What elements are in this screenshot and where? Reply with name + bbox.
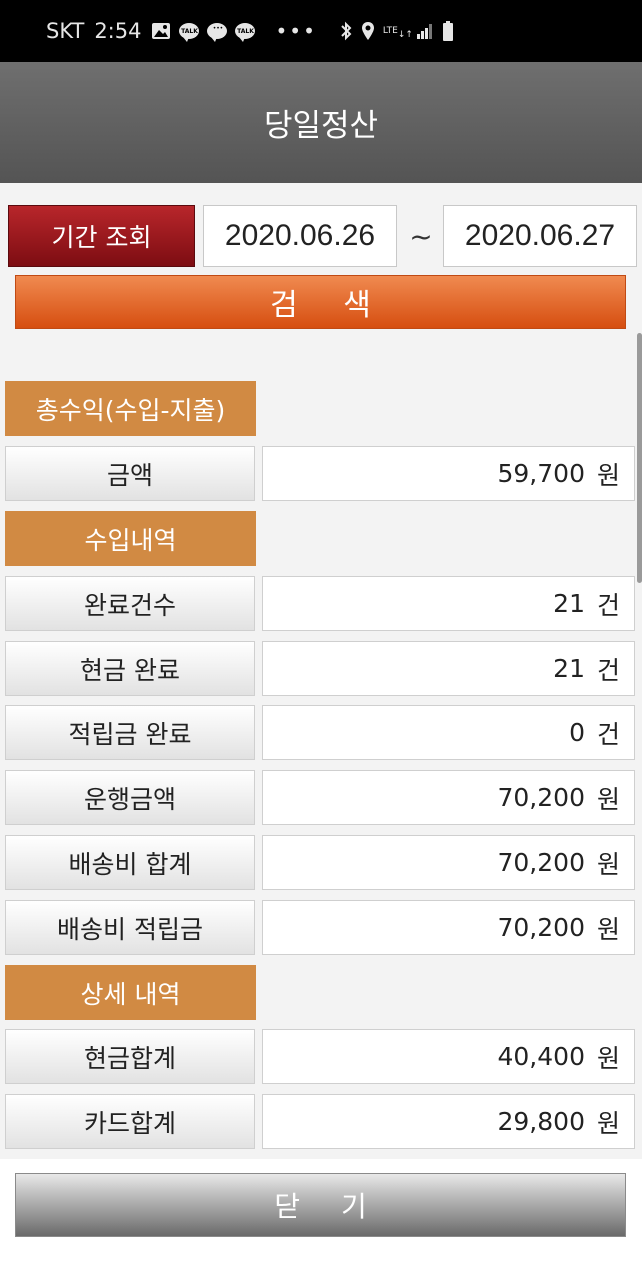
value-text: 70,200 bbox=[497, 913, 585, 942]
bottom-bar: 닫 기 bbox=[0, 1159, 642, 1280]
value-text: 21 bbox=[553, 589, 585, 618]
section-detail: 상세 내역 bbox=[5, 965, 256, 1020]
row-value-delivery-total: 70,200 원 bbox=[262, 835, 635, 890]
row-value-amount: 59,700 원 bbox=[262, 446, 635, 501]
row-value-points-completed: 0건 bbox=[262, 705, 635, 760]
row-value-card-total: 29,800 원 bbox=[262, 1094, 635, 1149]
row-label-amount: 금액 bbox=[5, 446, 255, 501]
unit-text: 건 bbox=[596, 590, 620, 620]
row-label-card-total: 카드합계 bbox=[5, 1094, 255, 1149]
unit-text: 원 bbox=[596, 1108, 620, 1138]
bluetooth-icon bbox=[339, 21, 353, 41]
row-value-delivery-points: 70,200 원 bbox=[262, 900, 635, 955]
close-button[interactable]: 닫 기 bbox=[15, 1173, 626, 1237]
unit-text: 원 bbox=[596, 1043, 620, 1073]
row-value-cash-completed: 21 건 bbox=[262, 641, 635, 696]
status-bar: SKT 2:54 TALK TALK ••• LTE↓↑ bbox=[0, 0, 642, 62]
period-query-button[interactable]: 기간 조회 bbox=[8, 205, 195, 267]
row-label-cash-completed: 현금 완료 bbox=[5, 641, 255, 696]
row-label-fare-amount: 운행금액 bbox=[5, 770, 255, 825]
battery-icon bbox=[442, 20, 454, 42]
clock-label: 2:54 bbox=[94, 19, 142, 43]
scrollbar-thumb[interactable] bbox=[637, 333, 642, 583]
value-text: 29,800 bbox=[497, 1107, 585, 1136]
row-value-completed-count: 21 건 bbox=[262, 576, 635, 631]
value-text: 70,200 bbox=[497, 783, 585, 812]
settlement-content: 기간 조회 2020.06.26 ~ 2020.06.27 검 색 총수익(수입… bbox=[0, 183, 642, 1280]
date-range-separator: ~ bbox=[409, 219, 433, 253]
unit-text: 원 bbox=[596, 849, 620, 879]
signal-icon bbox=[416, 22, 434, 40]
value-text: 0 bbox=[569, 718, 585, 747]
row-label-delivery-points: 배송비 적립금 bbox=[5, 900, 255, 955]
row-value-cash-total: 40,400 원 bbox=[262, 1029, 635, 1084]
section-total-profit: 총수익(수입-지출) bbox=[5, 381, 256, 436]
unit-text: 건 bbox=[596, 719, 620, 749]
row-value-fare-amount: 70,200 원 bbox=[262, 770, 635, 825]
kakaotalk-icon: TALK bbox=[235, 23, 256, 42]
end-date-field[interactable]: 2020.06.27 bbox=[443, 205, 637, 267]
unit-text: 원 bbox=[596, 914, 620, 944]
carrier-label: SKT bbox=[46, 19, 85, 43]
value-text: 40,400 bbox=[497, 1042, 585, 1071]
image-icon bbox=[151, 22, 171, 40]
location-icon bbox=[361, 21, 375, 41]
unit-text: 원 bbox=[596, 784, 620, 814]
chat-icon bbox=[207, 23, 228, 42]
talk-badge-text: TALK bbox=[181, 27, 198, 35]
value-text: 21 bbox=[553, 654, 585, 683]
more-dots-icon: ••• bbox=[275, 19, 317, 43]
row-label-completed-count: 완료건수 bbox=[5, 576, 255, 631]
unit-text: 원 bbox=[596, 460, 620, 490]
page-title: 당일정산 bbox=[263, 108, 379, 144]
value-text: 59,700 bbox=[497, 459, 585, 488]
search-button[interactable]: 검 색 bbox=[15, 275, 626, 329]
lte-signal-icon: LTE ↓↑ bbox=[382, 26, 413, 40]
unit-text: 건 bbox=[596, 655, 620, 685]
start-date-field[interactable]: 2020.06.26 bbox=[203, 205, 397, 267]
section-income: 수입내역 bbox=[5, 511, 256, 566]
talk-badge-text: TALK bbox=[237, 27, 254, 35]
row-label-cash-total: 현금합계 bbox=[5, 1029, 255, 1084]
network-label: LTE bbox=[382, 26, 398, 36]
app-header: 당일정산 bbox=[0, 62, 642, 183]
row-label-delivery-total: 배송비 합계 bbox=[5, 835, 255, 890]
value-text: 70,200 bbox=[497, 848, 585, 877]
row-label-points-completed: 적립금 완료 bbox=[5, 705, 255, 760]
kakaotalk-icon: TALK bbox=[179, 23, 200, 42]
